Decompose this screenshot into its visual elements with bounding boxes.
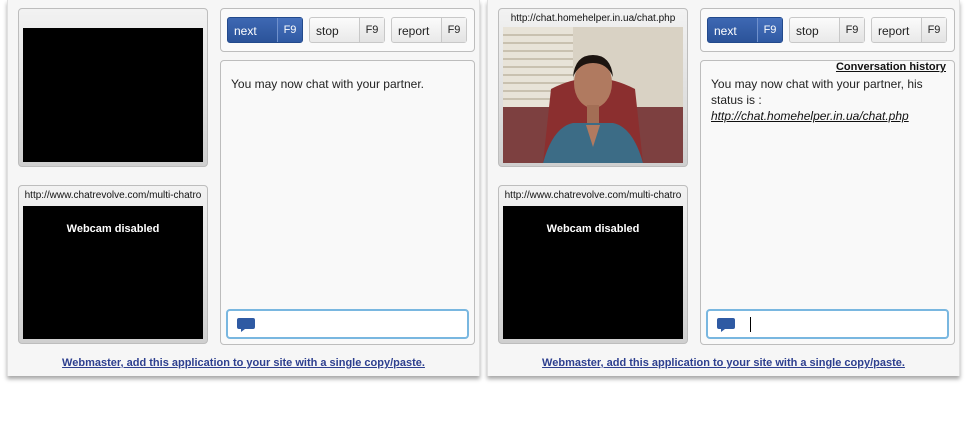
next-shortcut: F9 xyxy=(757,18,782,42)
report-label: report xyxy=(878,24,910,38)
partner-video xyxy=(503,27,683,163)
system-message-text: You may now chat with your partner, his … xyxy=(711,77,923,107)
report-shortcut: F9 xyxy=(921,18,946,42)
chat-toolbar: next F9 stop F9 report F9 xyxy=(700,8,955,52)
chat-log: You may now chat with your partner. xyxy=(220,60,475,345)
message-input[interactable] xyxy=(226,309,469,339)
stop-shortcut: F9 xyxy=(359,18,384,42)
next-shortcut: F9 xyxy=(277,18,302,42)
report-shortcut: F9 xyxy=(441,18,466,42)
report-label: report xyxy=(398,24,430,38)
chat-toolbar: next F9 stop F9 report F9 xyxy=(220,8,475,52)
page: http://www.chatrevolve.com/multi-chatro … xyxy=(0,0,973,433)
chat-panel-right: http://chat.homehelper.in.ua/chat.php ht… xyxy=(487,0,960,376)
stop-button[interactable]: stop F9 xyxy=(309,17,385,43)
own-video: Webcam disabled xyxy=(23,206,203,339)
own-webcam-url: http://www.chatrevolve.com/multi-chatro xyxy=(24,190,202,201)
text-caret xyxy=(750,317,751,332)
next-button[interactable]: next F9 xyxy=(707,17,783,43)
partner-video-frame xyxy=(503,27,683,163)
chat-panel-left: http://www.chatrevolve.com/multi-chatro … xyxy=(7,0,480,376)
own-webcam-url: http://www.chatrevolve.com/multi-chatro xyxy=(504,190,682,201)
partner-webcam-box: http://chat.homehelper.in.ua/chat.php xyxy=(498,8,688,167)
conversation-history-link[interactable]: Conversation history xyxy=(836,61,946,73)
own-webcam-box: http://www.chatrevolve.com/multi-chatro … xyxy=(498,185,688,344)
report-button[interactable]: report F9 xyxy=(871,17,947,43)
next-label: next xyxy=(714,24,737,38)
webmaster-link[interactable]: Webmaster, add this application to your … xyxy=(488,357,959,369)
own-video: Webcam disabled xyxy=(503,206,683,339)
system-message: You may now chat with your partner, his … xyxy=(711,76,944,124)
partner-webcam-box xyxy=(18,8,208,167)
chat-bubble-icon xyxy=(237,318,255,332)
system-message-text: You may now chat with your partner. xyxy=(231,77,424,91)
webcam-disabled-label: Webcam disabled xyxy=(66,223,160,235)
partner-webcam-url: http://chat.homehelper.in.ua/chat.php xyxy=(510,13,676,24)
next-label: next xyxy=(234,24,257,38)
stop-label: stop xyxy=(796,24,819,38)
webmaster-link[interactable]: Webmaster, add this application to your … xyxy=(8,357,479,369)
own-webcam-box: http://www.chatrevolve.com/multi-chatro … xyxy=(18,185,208,344)
chat-log: Conversation history You may now chat wi… xyxy=(700,60,955,345)
webcam-disabled-label: Webcam disabled xyxy=(546,223,640,235)
next-button[interactable]: next F9 xyxy=(227,17,303,43)
report-button[interactable]: report F9 xyxy=(391,17,467,43)
stop-shortcut: F9 xyxy=(839,18,864,42)
stop-label: stop xyxy=(316,24,339,38)
partner-status-link[interactable]: http://chat.homehelper.in.ua/chat.php xyxy=(711,109,909,123)
message-input[interactable] xyxy=(706,309,949,339)
chat-bubble-icon xyxy=(717,318,735,332)
stop-button[interactable]: stop F9 xyxy=(789,17,865,43)
partner-video xyxy=(23,28,203,162)
system-message: You may now chat with your partner. xyxy=(231,76,464,92)
